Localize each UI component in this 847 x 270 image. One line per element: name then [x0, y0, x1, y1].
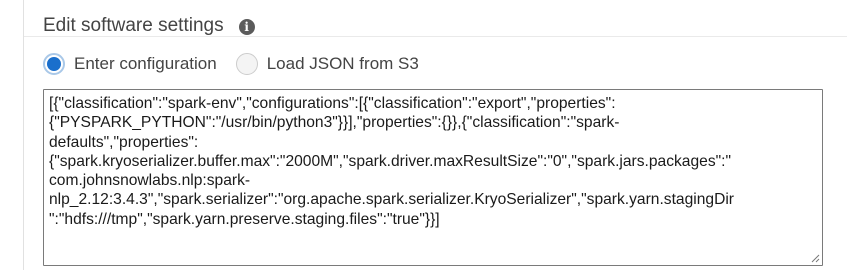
configuration-line: {"spark.kryoserializer.buffer.max":"2000… — [49, 152, 732, 170]
configuration-text[interactable]: [{"classification":"spark-env","configur… — [44, 90, 822, 229]
radio-load-json-from-s3[interactable]: Load JSON from S3 — [235, 53, 419, 75]
configuration-line: nlp_2.12:3.4.3","spark.serializer":"org.… — [49, 191, 734, 209]
header-divider — [24, 36, 847, 37]
configuration-line: defaults","properties": — [49, 133, 199, 151]
radio-label-load-json-from-s3[interactable]: Load JSON from S3 — [267, 54, 419, 74]
radio-button-unselected[interactable] — [235, 53, 258, 75]
radio-button-selected[interactable] — [43, 53, 65, 75]
configuration-line: {"PYSPARK_PYTHON":"/usr/bin/python3"}}],… — [49, 114, 620, 132]
resize-grip-icon[interactable] — [810, 253, 820, 263]
info-icon[interactable]: i — [238, 18, 255, 35]
configuration-line: com.johnsnowlabs.nlp:spark- — [49, 172, 251, 190]
section-left-border — [23, 0, 24, 270]
configuration-textarea[interactable]: [{"classification":"spark-env","configur… — [43, 89, 823, 266]
radio-enter-configuration[interactable]: Enter configuration — [43, 53, 217, 75]
configuration-line: [{"classification":"spark-env","configur… — [49, 95, 616, 112]
config-source-radio-group: Enter configuration Load JSON from S3 — [43, 50, 419, 78]
section-title: Edit software settings — [43, 15, 224, 36]
radio-label-enter-configuration[interactable]: Enter configuration — [74, 54, 217, 74]
configuration-line: ":"hdfs:///tmp","spark.yarn.preserve.sta… — [49, 210, 440, 228]
